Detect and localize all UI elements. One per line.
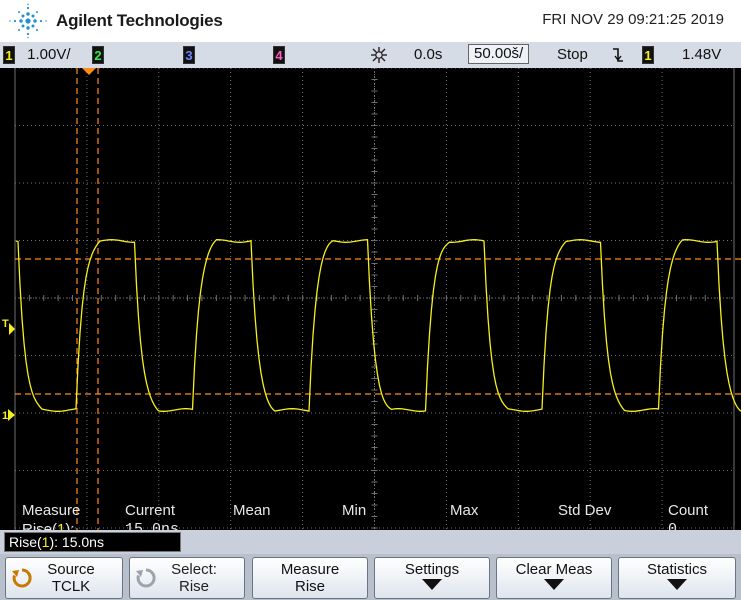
- trigger-source[interactable]: 1: [642, 46, 654, 65]
- clear-meas-label: Clear Meas: [515, 561, 593, 578]
- channel-2-badge[interactable]: 2: [92, 46, 104, 65]
- channel-1-badge: 1: [3, 46, 15, 65]
- col-current: Current: [125, 502, 176, 519]
- rotate-knob-icon: [136, 568, 156, 588]
- ground-marker-label: 1: [2, 410, 8, 422]
- channel-4-number: 4: [273, 46, 285, 65]
- settings-softkey[interactable]: Settings: [374, 557, 490, 599]
- top-trigger-marker: [82, 68, 96, 75]
- submenu-arrow-icon: [667, 579, 687, 590]
- readout-bar: Rise(1): 15.0ns: [0, 530, 741, 554]
- readout-prefix: Rise(: [9, 534, 42, 550]
- measure-title: Measure: [280, 561, 340, 578]
- status-bar: 1 1.00V/ 2 3 4 0.0s 50.00š/ Stop 1 1.48V: [0, 42, 741, 68]
- statistics-label: Statistics: [646, 561, 707, 578]
- graticule-and-trace: T 1: [2, 68, 741, 530]
- measurement-cursors: [15, 68, 741, 530]
- rise-time-readout: Rise(1): 15.0ns: [4, 532, 181, 552]
- channel-1-scale-value: 1.00V/: [27, 46, 71, 63]
- select-softkey[interactable]: Select: Rise: [129, 557, 245, 599]
- waveform-display[interactable]: T 1 Measure Current Mean Min Max Std Dev…: [0, 68, 741, 538]
- col-count: Count: [668, 502, 709, 519]
- trigger-level[interactable]: 1.48V: [682, 46, 721, 63]
- col-min: Min: [342, 502, 367, 519]
- date-time: FRI NOV 29 09:21:25 2019: [542, 11, 724, 28]
- graticule: [14, 68, 735, 530]
- channel-1-trace: [15, 239, 741, 412]
- channel-1-scale[interactable]: 1 1.00V/: [3, 46, 71, 65]
- col-std-dev: Std Dev: [558, 502, 612, 519]
- trigger-level-marker[interactable]: T: [2, 318, 15, 335]
- col-max: Max: [450, 502, 479, 519]
- timebase-scale[interactable]: 50.00š/: [468, 44, 530, 64]
- timebase-value: 50.00š/: [468, 44, 530, 64]
- run-state: Stop: [557, 46, 588, 63]
- softkey-bar: Source TCLK Select: Rise Measure Rise Se…: [0, 554, 741, 600]
- brand-name: Agilent Technologies: [56, 11, 223, 30]
- statistics-softkey[interactable]: Statistics: [618, 557, 736, 599]
- col-mean: Mean: [233, 502, 271, 519]
- rotate-knob-icon: [12, 568, 32, 588]
- agilent-spark-logo: [9, 3, 47, 39]
- falling-edge-icon: [611, 47, 625, 67]
- col-measure: Measure: [22, 502, 81, 519]
- channel-2-number: 2: [92, 46, 104, 65]
- measure-value: Rise: [294, 578, 325, 595]
- trigger-channel-badge: 1: [642, 46, 654, 65]
- settings-label: Settings: [404, 561, 460, 578]
- trigger-marker-label: T: [2, 318, 9, 330]
- channel-4-badge[interactable]: 4: [273, 46, 285, 65]
- measure-softkey[interactable]: Measure Rise: [252, 557, 368, 599]
- submenu-arrow-icon: [544, 579, 564, 590]
- channel-3-number: 3: [183, 46, 195, 65]
- channel-1-ground-marker[interactable]: 1: [2, 409, 15, 422]
- trigger-position-icon: [369, 45, 389, 69]
- title-bar: Agilent Technologies FRI NOV 29 09:21:25…: [0, 0, 741, 42]
- channel-3-badge[interactable]: 3: [183, 46, 195, 65]
- clear-meas-softkey[interactable]: Clear Meas: [496, 557, 612, 599]
- readout-value: ): 15.0ns: [49, 534, 104, 550]
- horizontal-delay[interactable]: 0.0s: [414, 46, 442, 63]
- source-softkey[interactable]: Source TCLK: [5, 557, 123, 599]
- submenu-arrow-icon: [422, 579, 442, 590]
